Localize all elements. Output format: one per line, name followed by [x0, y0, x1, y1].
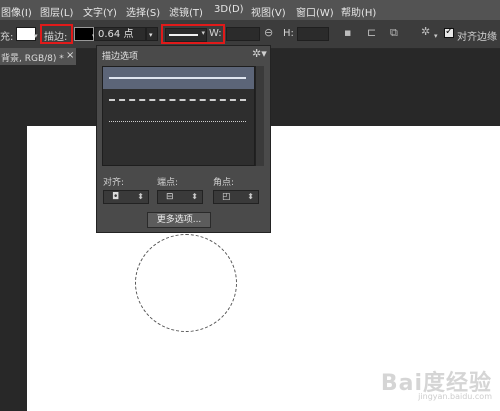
- chevron-down-icon: ▾: [201, 29, 205, 37]
- updown-arrow-icon: ⬍: [191, 192, 198, 201]
- watermark-url: jingyan.baidu.com: [418, 392, 492, 401]
- solid-line-preview: [109, 77, 246, 79]
- stroke-swatch[interactable]: [74, 27, 94, 41]
- dotted-line-preview: [109, 121, 246, 122]
- ellipse-shape[interactable]: [135, 234, 237, 332]
- gear-icon[interactable]: ✲: [421, 25, 430, 38]
- stroke-width-field[interactable]: 0.64 点: [94, 27, 146, 41]
- stroke-style-dashed[interactable]: [103, 89, 254, 111]
- align-edges-label: 对齐边缘: [457, 32, 497, 43]
- corner-miter-icon: ◰: [222, 192, 231, 202]
- fill-swatch[interactable]: [16, 27, 36, 41]
- menu-select[interactable]: 选择(S): [126, 4, 160, 19]
- corners-label: 角点:: [213, 178, 235, 188]
- align-label: 对齐:: [103, 178, 125, 188]
- chevron-down-icon[interactable]: ▾: [434, 32, 438, 40]
- align-edges-checkbox[interactable]: ✓: [444, 26, 454, 38]
- menu-layer[interactable]: 图层(L): [40, 4, 73, 19]
- height-field[interactable]: [297, 27, 329, 41]
- width-field[interactable]: [226, 27, 260, 41]
- updown-arrow-icon: ⬍: [137, 192, 144, 201]
- stroke-style-solid[interactable]: [103, 67, 254, 89]
- document-tab[interactable]: 背景, RGB/8) * ×: [0, 48, 76, 65]
- align-select[interactable]: ◘ ⬍: [103, 190, 149, 204]
- width-label: W:: [209, 28, 222, 39]
- path-arrangement-icon[interactable]: ⧉: [390, 26, 398, 40]
- stroke-style-dotted[interactable]: [103, 111, 254, 133]
- align-center-icon: ◘: [112, 192, 120, 202]
- menu-window[interactable]: 窗口(W): [296, 4, 334, 19]
- fill-dropdown-icon[interactable]: ▾: [34, 32, 38, 40]
- link-icon[interactable]: ⊖: [264, 26, 273, 39]
- stroke-label: 描边:: [44, 32, 68, 43]
- menu-view[interactable]: 视图(V): [251, 4, 286, 19]
- panel-title: 描边选项: [102, 52, 139, 62]
- path-alignment-icon[interactable]: ⊏: [367, 26, 376, 39]
- menu-help[interactable]: 帮助(H): [341, 4, 376, 19]
- stroke-type-preview: [169, 34, 198, 36]
- updown-arrow-icon: ⬍: [247, 192, 254, 201]
- stroke-type-dropdown[interactable]: ▾: [165, 28, 207, 42]
- close-icon[interactable]: ×: [66, 50, 74, 61]
- chevron-down-icon: ▾: [149, 31, 153, 39]
- list-scrollbar[interactable]: [255, 66, 264, 166]
- stroke-style-list: [102, 66, 255, 166]
- stroke-width-dropdown[interactable]: ▾: [146, 27, 158, 41]
- menu-filter[interactable]: 滤镜(T): [169, 4, 203, 19]
- menu-bar: 图像(I) 图层(L) 文字(Y) 选择(S) 滤镜(T) 3D(D) 视图(V…: [0, 0, 500, 20]
- checkmark-icon: ✓: [445, 26, 454, 37]
- height-label: H:: [283, 28, 294, 39]
- more-options-button[interactable]: 更多选项...: [147, 212, 211, 228]
- caps-label: 端点:: [157, 178, 179, 188]
- menu-3d[interactable]: 3D(D): [214, 4, 244, 15]
- corners-select[interactable]: ◰ ⬍: [213, 190, 259, 204]
- fill-label: 充:: [0, 32, 14, 43]
- document-tab-label: 背景, RGB/8) *: [1, 54, 64, 64]
- path-operations-icon[interactable]: ▪: [344, 26, 351, 39]
- menu-type[interactable]: 文字(Y): [83, 4, 117, 19]
- dashed-line-preview: [109, 99, 246, 101]
- menu-image[interactable]: 图像(I): [1, 4, 32, 19]
- stroke-options-panel: 描边选项 ✲▾ 对齐: 端点: 角点: ◘ ⬍ ⊟ ⬍ ◰ ⬍ 更多选项...: [96, 45, 271, 233]
- caps-select[interactable]: ⊟ ⬍: [157, 190, 203, 204]
- gear-icon[interactable]: ✲▾: [252, 47, 267, 60]
- cap-butt-icon: ⊟: [166, 192, 174, 202]
